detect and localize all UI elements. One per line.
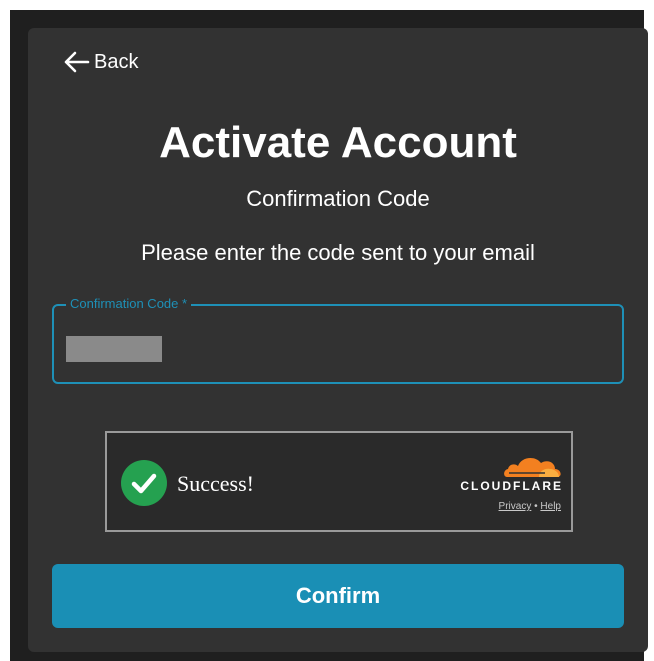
- cloudflare-wordmark: CLOUDFLARE: [460, 479, 563, 493]
- cloudflare-cloud-icon: [504, 457, 561, 477]
- success-check-icon: [121, 460, 167, 506]
- cloudflare-captcha-widget[interactable]: Success! CLOUDFLARE Privacy • Help: [105, 431, 573, 532]
- confirmation-code-input[interactable]: [66, 336, 162, 362]
- link-separator: •: [534, 501, 538, 512]
- page-subtitle: Confirmation Code: [246, 186, 430, 211]
- arrow-left-icon: [64, 51, 90, 73]
- captcha-links: Privacy • Help: [447, 501, 561, 512]
- back-button[interactable]: Back: [62, 50, 138, 74]
- confirmation-code-field[interactable]: Confirmation Code *: [52, 296, 624, 384]
- page-title: Activate Account: [159, 118, 517, 167]
- privacy-link[interactable]: Privacy: [499, 501, 532, 512]
- confirm-button[interactable]: Confirm: [52, 564, 624, 628]
- captcha-status: Success!: [177, 471, 254, 496]
- back-label: Back: [94, 50, 139, 73]
- confirmation-code-label: Confirmation Code *: [66, 296, 192, 311]
- help-link[interactable]: Help: [540, 501, 561, 512]
- instruction-text: Please enter the code sent to your email: [141, 240, 535, 265]
